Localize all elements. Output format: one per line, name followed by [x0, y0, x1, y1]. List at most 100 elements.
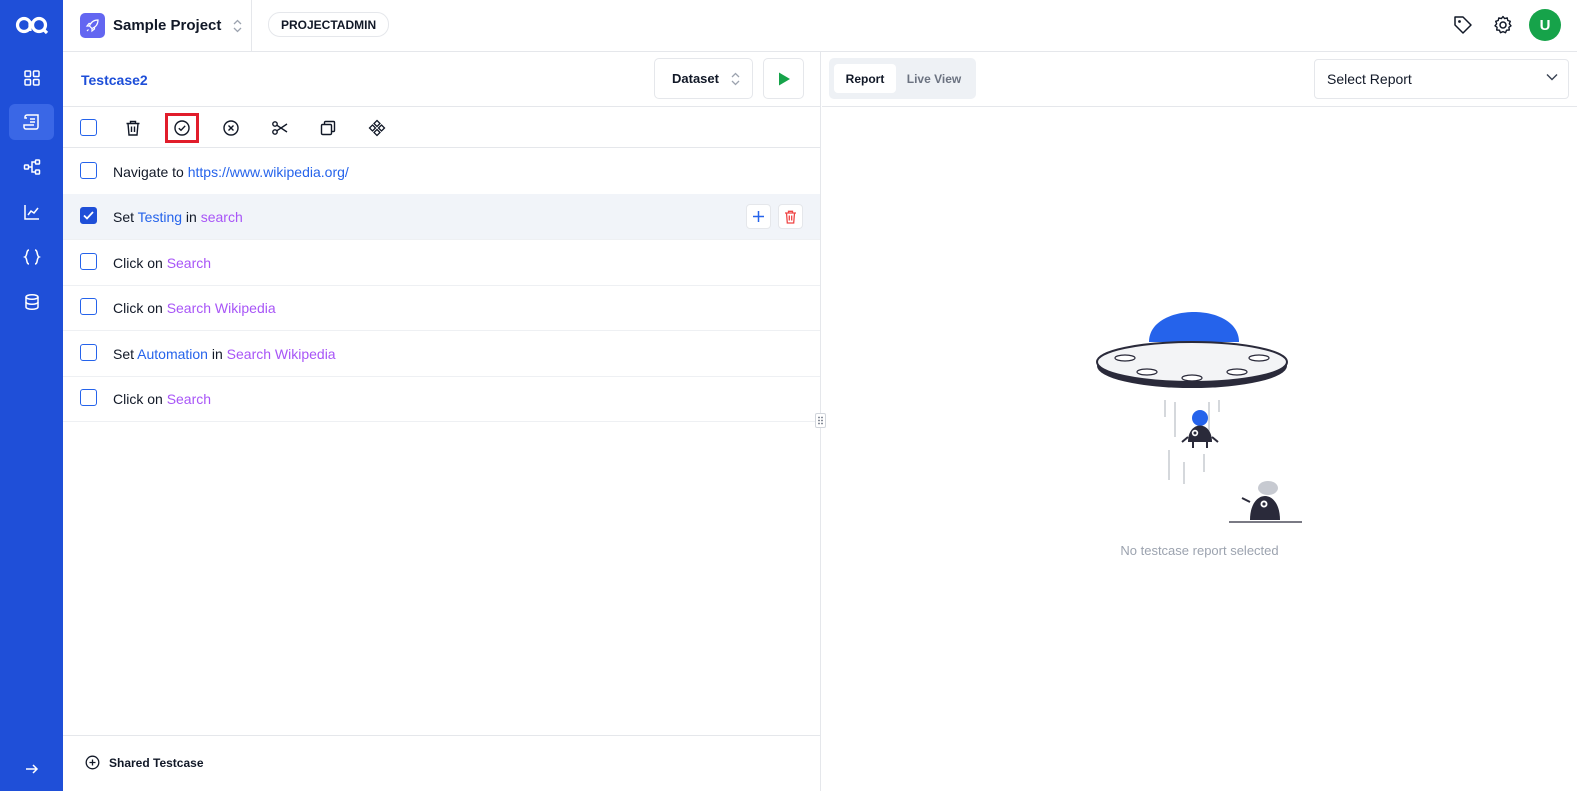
chevron-down-icon	[1546, 74, 1558, 81]
tag-icon	[1454, 16, 1472, 34]
step-text: Click on Search	[113, 255, 211, 271]
step-checkbox[interactable]	[80, 162, 97, 179]
step-row-selected[interactable]: Set Testing in search	[63, 194, 820, 240]
select-report-placeholder: Select Report	[1327, 71, 1412, 87]
copy-steps-button[interactable]	[311, 113, 345, 143]
step-text: Navigate to https://www.wikipedia.org/	[113, 164, 349, 180]
scissors-icon	[272, 121, 288, 135]
component-steps-button[interactable]	[360, 113, 394, 143]
step-target[interactable]: Search	[167, 391, 211, 407]
delete-icon	[126, 120, 140, 136]
project-switcher[interactable]: Sample Project	[63, 0, 252, 51]
step-checkbox[interactable]	[80, 253, 97, 270]
chevron-updown-icon	[233, 19, 242, 33]
empty-state-ufo-illustration	[1096, 312, 1302, 523]
component-icon	[368, 119, 386, 137]
cut-steps-button[interactable]	[263, 113, 297, 143]
play-icon	[778, 72, 790, 85]
role-badge: PROJECTADMIN	[268, 12, 390, 37]
step-checkbox[interactable]	[80, 344, 97, 361]
check-circle-icon	[174, 120, 190, 136]
sidebar-expand-button[interactable]	[9, 755, 54, 783]
testcase-editor: Testcase2 Dataset Navigate to https://ww…	[63, 52, 821, 791]
step-row[interactable]: Click on Search	[63, 240, 820, 286]
dataset-label: Dataset	[672, 71, 719, 86]
step-checkbox[interactable]	[80, 389, 97, 406]
step-text: Set Automation in Search Wikipedia	[113, 346, 336, 362]
sidebar-item-dashboard[interactable]	[9, 60, 54, 96]
arrow-right-icon	[25, 764, 38, 774]
reports-chart-icon	[23, 205, 39, 220]
tab-report[interactable]: Report	[834, 64, 896, 93]
variables-braces-icon	[22, 249, 41, 265]
step-target[interactable]: Search Wikipedia	[167, 300, 276, 316]
sidebar-item-reports[interactable]	[9, 194, 54, 230]
dataset-select[interactable]: Dataset	[654, 58, 753, 99]
testcases-icon	[22, 114, 39, 130]
chevron-updown-icon	[731, 72, 740, 86]
copy-icon	[320, 120, 336, 136]
shared-testcase-label: Shared Testcase	[109, 756, 204, 770]
sidebar-item-variables[interactable]	[9, 239, 54, 275]
step-keyword: Navigate to	[113, 164, 188, 180]
empty-state-text: No testcase report selected	[1120, 543, 1279, 558]
plus-circle-icon	[85, 755, 100, 770]
step-row[interactable]: Set Automation in Search Wikipedia	[63, 331, 820, 377]
step-target[interactable]: search	[201, 209, 243, 225]
select-all-checkbox[interactable]	[80, 119, 97, 136]
sidebar-item-workflow[interactable]	[9, 149, 54, 185]
project-name: Sample Project	[113, 17, 222, 34]
step-value[interactable]: Testing	[138, 209, 182, 225]
step-row[interactable]: Click on Search	[63, 376, 820, 422]
add-step-button[interactable]	[746, 204, 771, 229]
step-toolbar	[63, 107, 820, 148]
app-logo[interactable]	[0, 0, 63, 50]
x-circle-icon	[223, 120, 239, 136]
testcase-title[interactable]: Testcase2	[81, 72, 148, 88]
shared-testcase-bar[interactable]: Shared Testcase	[63, 735, 820, 791]
step-text: Click on Search	[113, 391, 211, 407]
rocket-icon	[80, 13, 105, 38]
delete-step-button[interactable]	[778, 204, 803, 229]
report-panel: Report Live View Select Report No testca…	[822, 52, 1577, 791]
step-target[interactable]: Search Wikipedia	[227, 346, 336, 362]
step-row[interactable]: Navigate to https://www.wikipedia.org/	[63, 149, 820, 195]
step-keyword: Set	[113, 209, 138, 225]
trash-icon	[785, 210, 796, 224]
app-root: Sample Project PROJECTADMIN U Testcase2 …	[0, 0, 1577, 791]
step-keyword: Click on	[113, 300, 167, 316]
tag-button[interactable]	[1452, 14, 1474, 36]
testcase-header: Testcase2 Dataset	[63, 52, 820, 107]
gear-icon	[1494, 15, 1512, 34]
sidebar-item-testcases[interactable]	[9, 104, 54, 140]
step-checkbox[interactable]	[80, 298, 97, 315]
step-keyword: in	[182, 209, 201, 225]
divider	[822, 106, 1577, 107]
top-bar: Sample Project PROJECTADMIN U	[63, 0, 1577, 52]
workflow-icon	[23, 159, 40, 175]
sidebar-item-database[interactable]	[9, 284, 54, 320]
empty-state-message: No testcase report selected	[822, 543, 1577, 558]
sidebar	[0, 0, 63, 791]
step-target[interactable]: Search	[167, 255, 211, 271]
step-value[interactable]: Automation	[137, 346, 208, 362]
step-keyword: Click on	[113, 255, 167, 271]
tab-live-view[interactable]: Live View	[899, 64, 969, 93]
report-tabs: Report Live View	[829, 58, 976, 99]
step-keyword: Click on	[113, 391, 167, 407]
step-row[interactable]: Click on Search Wikipedia	[63, 285, 820, 331]
checkmark-icon	[83, 211, 94, 220]
plus-icon	[753, 211, 764, 222]
step-url-link[interactable]: https://www.wikipedia.org/	[188, 164, 349, 180]
disable-steps-button[interactable]	[214, 113, 248, 143]
run-button[interactable]	[763, 58, 804, 99]
step-text: Set Testing in search	[113, 209, 243, 225]
select-report-dropdown[interactable]: Select Report	[1314, 59, 1569, 99]
settings-button[interactable]	[1492, 14, 1514, 36]
step-keyword: in	[207, 346, 227, 362]
user-avatar[interactable]: U	[1529, 9, 1561, 41]
delete-steps-button[interactable]	[116, 113, 150, 143]
enable-steps-button[interactable]	[165, 113, 199, 143]
database-icon	[24, 293, 39, 311]
step-checkbox-checked[interactable]	[80, 207, 97, 224]
